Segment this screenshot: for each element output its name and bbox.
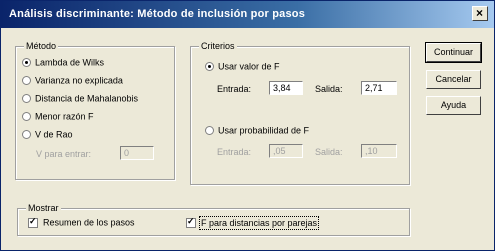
- salida-field[interactable]: 2,71: [361, 81, 397, 95]
- radio-button[interactable]: [22, 76, 31, 86]
- p-salida-field[interactable]: ,10: [361, 144, 397, 158]
- radio-lambda-wilks[interactable]: Lambda de Wilks: [22, 57, 104, 68]
- continuar-button[interactable]: Continuar: [425, 42, 482, 63]
- dialog-window: Análisis discriminante: Método de inclus…: [0, 0, 495, 251]
- radio-v-de-rao[interactable]: V de Rao: [22, 129, 73, 140]
- p-salida-label: Salida:: [315, 147, 343, 157]
- p-entrada-label: Entrada:: [217, 147, 252, 157]
- radio-button[interactable]: [22, 130, 31, 140]
- checkbox[interactable]: [28, 216, 38, 228]
- entrada-field[interactable]: 3,84: [269, 81, 303, 95]
- mostrar-legend: Mostrar: [26, 203, 61, 213]
- window-title: Análisis discriminante: Método de inclus…: [9, 8, 306, 20]
- radio-button[interactable]: [205, 62, 214, 72]
- checkbox-f-distancias[interactable]: F para distancias por parejas: [186, 215, 320, 230]
- radio-button[interactable]: [22, 58, 31, 68]
- metodo-legend: Método: [24, 41, 59, 51]
- v-entrar-label: V para entrar:: [36, 149, 92, 159]
- radio-menor-razon-f[interactable]: Menor razón F: [22, 111, 94, 122]
- radio-button[interactable]: [205, 126, 214, 136]
- radio-distancia-mahalanobis[interactable]: Distancia de Mahalanobis: [22, 93, 138, 104]
- close-icon: ×: [476, 6, 484, 20]
- checkbox[interactable]: [186, 216, 196, 228]
- radio-usar-valor-f[interactable]: Usar valor de F: [205, 61, 280, 72]
- p-entrada-field[interactable]: ,05: [269, 144, 303, 158]
- salida-label: Salida:: [315, 84, 343, 94]
- ayuda-button[interactable]: Ayuda: [426, 96, 481, 115]
- checkbox-resumen-pasos[interactable]: Resumen de los pasos: [28, 216, 135, 228]
- v-entrar-field[interactable]: 0: [120, 146, 154, 160]
- cancelar-button[interactable]: Cancelar: [426, 70, 481, 89]
- radio-button[interactable]: [22, 112, 31, 122]
- radio-varianza-no-explicada[interactable]: Varianza no explicada: [22, 75, 123, 86]
- entrada-label: Entrada:: [217, 84, 252, 94]
- radio-usar-probabilidad-f[interactable]: Usar probabilidad de F: [205, 125, 309, 136]
- criterios-group: Criterios Usar valor de F Entrada: 3,84 …: [190, 41, 410, 185]
- close-button[interactable]: ×: [472, 6, 488, 21]
- mostrar-group: Mostrar Resumen de los pasos F para dist…: [17, 203, 410, 236]
- metodo-group: Método Lambda de Wilks Varianza no expli…: [15, 41, 175, 180]
- criterios-legend: Criterios: [199, 41, 237, 51]
- title-bar[interactable]: Análisis discriminante: Método de inclus…: [1, 1, 494, 28]
- radio-button[interactable]: [22, 94, 31, 104]
